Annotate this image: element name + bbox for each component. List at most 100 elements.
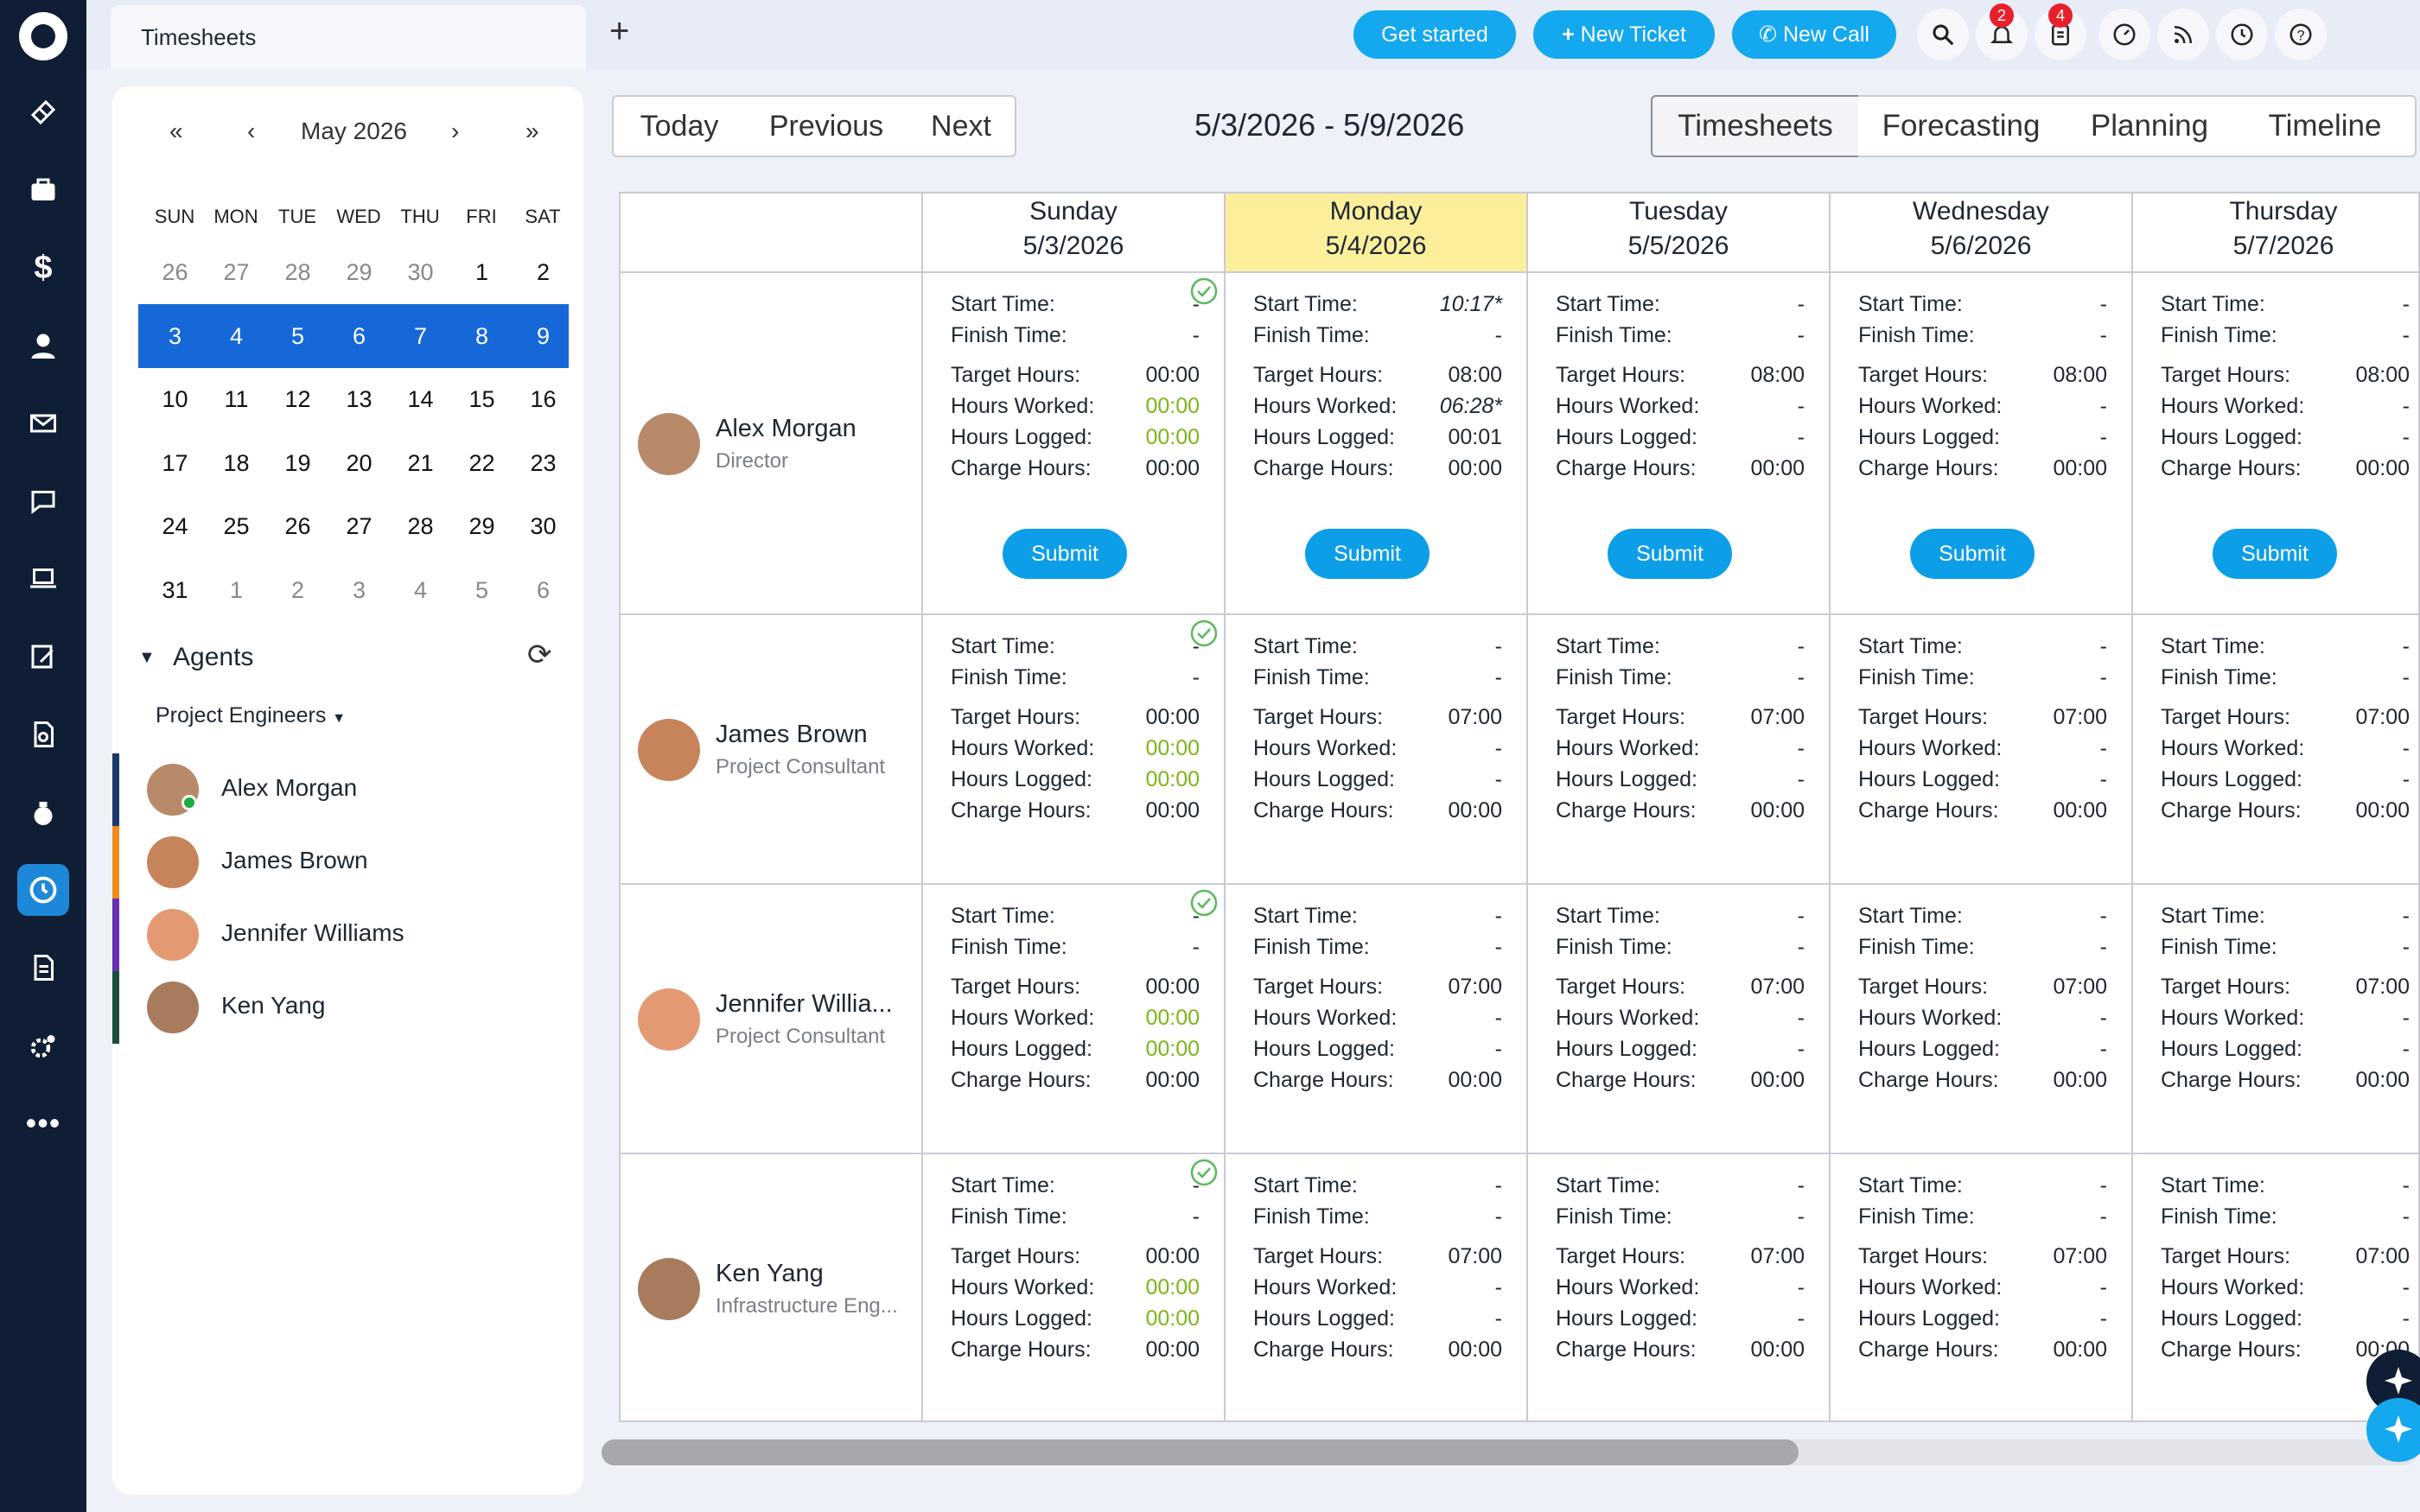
- first-month-button[interactable]: «: [169, 118, 183, 145]
- calendar-day[interactable]: 28: [390, 496, 451, 556]
- timesheet-cell[interactable]: Start Time: - Finish Time: - Target Hours: 07…: [1528, 1154, 1831, 1420]
- calendar-day[interactable]: 10: [144, 369, 206, 429]
- scrollbar-thumb[interactable]: [602, 1439, 1799, 1465]
- group-dropdown[interactable]: Project Engineers ▼: [156, 703, 346, 728]
- timesheet-cell[interactable]: Start Time: - Finish Time: - Target Hours: 07…: [1226, 1154, 1528, 1420]
- user-icon[interactable]: [17, 320, 69, 372]
- calendar-day[interactable]: 26: [144, 242, 206, 302]
- timesheet-cell[interactable]: Start Time: - Finish Time: - Target Hours: 07…: [1528, 885, 1831, 1154]
- calendar-day[interactable]: 23: [513, 433, 574, 493]
- calendar-day[interactable]: 5: [267, 306, 328, 366]
- tab-timesheets[interactable]: Timesheets: [111, 5, 586, 69]
- search-icon[interactable]: [1917, 9, 1969, 60]
- timesheet-cell[interactable]: Start Time: - Finish Time: - Target Hours: 07…: [1831, 615, 2133, 885]
- calendar-day[interactable]: 5: [451, 560, 513, 620]
- calendar-day[interactable]: 15: [451, 369, 513, 429]
- calendar-day[interactable]: 21: [390, 433, 451, 493]
- calendar-day[interactable]: 4: [206, 306, 267, 366]
- gear-icon[interactable]: [17, 1020, 69, 1071]
- last-month-button[interactable]: »: [525, 118, 539, 145]
- calendar-day[interactable]: 27: [206, 242, 267, 302]
- timesheet-cell[interactable]: Start Time: - Finish Time: - Target Hours: 07…: [1528, 615, 1831, 885]
- agent-list-item[interactable]: Ken Yang: [112, 971, 583, 1044]
- calendar-day[interactable]: 20: [328, 433, 390, 493]
- dollar-icon[interactable]: $: [17, 242, 69, 294]
- submit-button[interactable]: Submit: [1305, 529, 1430, 579]
- money-bag-icon[interactable]: [17, 786, 69, 838]
- calendar-day[interactable]: 2: [513, 242, 574, 302]
- calendar-day[interactable]: 1: [206, 560, 267, 620]
- document-search-icon[interactable]: [17, 708, 69, 760]
- calendar-day[interactable]: 22: [451, 433, 513, 493]
- calendar-day[interactable]: 19: [267, 433, 328, 493]
- ticket-icon[interactable]: [17, 86, 69, 138]
- chat-icon[interactable]: [17, 475, 69, 527]
- today-button[interactable]: Today: [612, 95, 747, 157]
- calendar-day[interactable]: 11: [206, 369, 267, 429]
- timesheet-cell[interactable]: Start Time: - Finish Time: - Target Hours: 00…: [923, 615, 1226, 885]
- file-icon[interactable]: [17, 942, 69, 994]
- edit-icon[interactable]: [17, 631, 69, 683]
- mail-icon[interactable]: [17, 397, 69, 449]
- calendar-day[interactable]: 6: [513, 560, 574, 620]
- calendar-day[interactable]: 25: [206, 496, 267, 556]
- timesheet-cell[interactable]: Start Time: - Finish Time: - Target Hours: 08…: [1528, 273, 1831, 615]
- calendar-day[interactable]: 14: [390, 369, 451, 429]
- timesheet-cell[interactable]: Start Time: - Finish Time: - Target Hours: 00…: [923, 1154, 1226, 1420]
- calendar-day[interactable]: 2: [267, 560, 328, 620]
- calendar-day[interactable]: 7: [390, 306, 451, 366]
- calendar-day[interactable]: 26: [267, 496, 328, 556]
- submit-button[interactable]: Submit: [1608, 529, 1732, 579]
- calendar-day[interactable]: 28: [267, 242, 328, 302]
- view-tab-timeline[interactable]: Timeline: [2235, 95, 2417, 157]
- next-month-button[interactable]: ›: [451, 118, 459, 145]
- calendar-day[interactable]: 17: [144, 433, 206, 493]
- history-icon[interactable]: [2216, 9, 2268, 60]
- get-started-button[interactable]: Get started: [1353, 10, 1516, 59]
- calendar-day[interactable]: 8: [451, 306, 513, 366]
- next-button[interactable]: Next: [908, 95, 1016, 157]
- new-ticket-button[interactable]: + New Ticket: [1533, 10, 1715, 59]
- refresh-icon[interactable]: ⟳: [527, 638, 552, 672]
- agent-row-header[interactable]: Jennifer Willia... Project Consultant: [621, 885, 923, 1154]
- calendar-day[interactable]: 18: [206, 433, 267, 493]
- calendar-day[interactable]: 6: [328, 306, 390, 366]
- new-tab-button[interactable]: +: [609, 12, 629, 51]
- calendar-day[interactable]: 27: [328, 496, 390, 556]
- agent-list-item[interactable]: James Brown: [112, 826, 583, 899]
- timesheet-cell[interactable]: Start Time: 10:17* Finish Time: - Target Hou…: [1226, 273, 1528, 615]
- sparkle-icon[interactable]: [2366, 1398, 2420, 1462]
- calendar-day[interactable]: 16: [513, 369, 574, 429]
- horizontal-scrollbar[interactable]: [602, 1439, 2417, 1465]
- calendar-day[interactable]: 29: [451, 496, 513, 556]
- timesheet-cell[interactable]: Start Time: - Finish Time: - Target Hours: 07…: [1831, 885, 2133, 1154]
- timesheet-cell[interactable]: Start Time: - Finish Time: - Target Hours: 07…: [2133, 885, 2418, 1154]
- submit-button[interactable]: Submit: [1910, 529, 2035, 579]
- agent-list-item[interactable]: Jennifer Williams: [112, 899, 583, 971]
- help-icon[interactable]: ?: [2275, 9, 2327, 60]
- timesheet-cell[interactable]: Start Time: - Finish Time: - Target Hours: 08…: [2133, 273, 2418, 615]
- agent-row-header[interactable]: Alex Morgan Director: [621, 273, 923, 615]
- calendar-day[interactable]: 12: [267, 369, 328, 429]
- timesheet-cell[interactable]: Start Time: - Finish Time: - Target Hours: 07…: [1226, 615, 1528, 885]
- prev-month-button[interactable]: ‹: [247, 118, 255, 145]
- agent-row-header[interactable]: Ken Yang Infrastructure Eng...: [621, 1154, 923, 1420]
- calendar-day[interactable]: 31: [144, 560, 206, 620]
- agent-list-item[interactable]: Alex Morgan: [112, 753, 583, 826]
- view-tab-planning[interactable]: Planning: [2064, 95, 2237, 157]
- timesheet-cell[interactable]: Start Time: - Finish Time: - Target Hours: 00…: [923, 273, 1226, 615]
- timesheet-cell[interactable]: Start Time: - Finish Time: - Target Hours: 07…: [1831, 1154, 2133, 1420]
- calendar-day[interactable]: 13: [328, 369, 390, 429]
- calendar-day[interactable]: 29: [328, 242, 390, 302]
- briefcase-icon[interactable]: [17, 164, 69, 216]
- agent-row-header[interactable]: James Brown Project Consultant: [621, 615, 923, 885]
- view-tab-forecasting[interactable]: Forecasting: [1858, 95, 2066, 157]
- timesheet-cell[interactable]: Start Time: - Finish Time: - Target Hours: 07…: [2133, 615, 2418, 885]
- timesheet-cell[interactable]: Start Time: - Finish Time: - Target Hours: 08…: [1831, 273, 2133, 615]
- clock-icon[interactable]: [17, 864, 69, 916]
- calendar-day[interactable]: 3: [328, 560, 390, 620]
- calendar-day[interactable]: 9: [513, 306, 574, 366]
- logo-icon[interactable]: [19, 12, 67, 60]
- more-icon[interactable]: •••: [17, 1097, 69, 1149]
- calendar-day[interactable]: 3: [144, 306, 206, 366]
